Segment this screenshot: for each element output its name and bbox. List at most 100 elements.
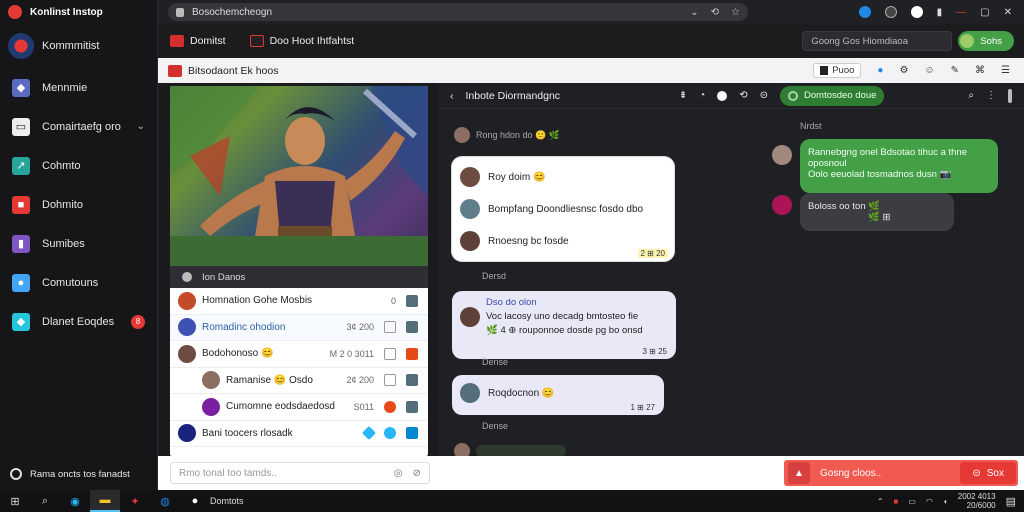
avatar [178,318,196,337]
message-bubble[interactable]: Boloss oo ton 🌿 🌿 ⊞ [800,193,954,231]
message-icon[interactable] [406,374,418,387]
reply-icon[interactable] [384,374,396,387]
message-icon[interactable] [406,294,418,307]
sidebar-item-1[interactable]: ▭ Comairtaefg oro ⌄ [0,107,157,146]
tray-up-icon[interactable]: ⌃ [877,497,884,506]
wifi-icon[interactable]: ◠ [926,497,933,506]
save-icon [820,66,829,75]
network-icon[interactable]: ⌘ [975,65,985,76]
extension-white-icon[interactable] [910,6,923,18]
system-message: Dense [482,421,508,431]
clock[interactable]: 2002 4013 20/6000 [958,492,996,510]
message-bubble[interactable]: Dso do olon Voc lacosy uno decadg bmtost… [452,291,676,359]
info-icon[interactable] [182,272,192,282]
face-icon[interactable]: ☺ [924,65,934,76]
tab-1[interactable]: Doo Hoot Ihtfahtst [238,35,367,47]
folder-icon[interactable]: ▬ [90,490,120,512]
send-button[interactable]: ⊝ Sox [960,462,1016,484]
maximize-icon[interactable]: ▢ [980,7,989,18]
alert-bar[interactable]: ▲ Gosng cloos.. ⊝ Sox [784,460,1018,486]
notifications-icon[interactable]: ▤ [1006,495,1016,508]
chart-icon: ↗ [12,156,30,175]
minimize-icon[interactable]: — [956,7,966,18]
sidebar-item-5[interactable]: ● Comutouns [0,263,157,302]
bookmark-icon[interactable]: ▮ [937,7,943,18]
list-item[interactable]: Homnation Gohe Mosbis 0 [170,288,428,315]
toolbar-chip[interactable]: Puoo [813,63,862,78]
list-item[interactable]: Bodohonoso 😊 M 2 0 3011 [170,341,428,368]
timer-icon[interactable]: ◔ [699,90,705,101]
sidebar-item-label: Dohmito [42,198,83,211]
lock-icon: ▲ [788,462,810,484]
star-icon[interactable]: ☆ [731,7,740,18]
hero-image[interactable] [170,86,428,266]
close-icon[interactable]: ✕ [1004,7,1012,18]
sync-icon[interactable]: ● [877,65,883,76]
refresh-icon[interactable]: ⟲ [711,7,719,18]
os-taskbar: ⊞ ⌕ ◉ ▬ ✦ ◍ ● Domtots ⌃ ■ ▭ ◠ ◖ 2002 401… [0,490,1024,512]
link-icon[interactable] [384,427,396,440]
back-arrow-icon[interactable]: ‹ [450,90,454,102]
sidebar-item-6[interactable]: ◆ Dlanet Eoqdes 8 [0,302,157,341]
alert-icon[interactable] [406,347,418,360]
message-bubble[interactable]: Roy doim 😊 Bompfang Doondliesnsc fosdo d… [452,157,674,261]
message-icon[interactable] [406,400,418,413]
share-icon[interactable] [406,427,418,440]
list-item-name: Bodohonoso 😊 [202,348,274,360]
browser-icon[interactable]: ◉ [60,490,90,512]
header-search-input[interactable]: Goong Gos Hiomdiaoa [802,31,953,51]
volume-icon[interactable]: ◖ [943,497,948,506]
attach-icon[interactable]: ⊘ [413,468,421,479]
dot-icon[interactable] [717,90,728,101]
app-logo-icon[interactable]: ✦ [120,490,150,512]
edit-icon[interactable]: ✎ [951,65,959,76]
tab-favicon-icon [170,35,184,47]
search-icon[interactable]: ⌕ [30,490,60,512]
alert-icon[interactable] [384,400,396,413]
reply-icon[interactable] [384,347,396,360]
message-bubble-outgoing[interactable]: Rannebgng onel Bdsotao tihuc a thne opos… [800,139,998,193]
list-item[interactable]: Romadinc ohodion 3¢ 200 [170,314,428,341]
network-icon[interactable]: ▭ [908,497,916,506]
list-item[interactable]: Cumomne eodsdaedosd S011 [170,394,428,421]
tab-0[interactable]: Domitst [158,35,238,47]
extension-dark-icon[interactable] [884,6,897,18]
tab-favicon-icon [249,35,264,47]
settings-icon[interactable]: ⚙ [899,65,908,76]
attach-icon[interactable]: ⊝ [760,90,768,101]
chevron-down-icon[interactable]: ⌄ [137,121,145,132]
refresh-icon[interactable]: ⟲ [739,90,747,101]
scrollbar-handle[interactable] [1008,88,1012,103]
brand[interactable]: Kommmitist [0,24,157,68]
globe-icon[interactable]: ◍ [150,490,180,512]
address-bar[interactable]: Bosochemcheogn ⌄ ⟲ ☆ [168,3,748,21]
chat-status-pill[interactable]: Domtosdeo doue [780,85,885,106]
system-tray: ⌃ ■ ▭ ◠ ◖ 2002 4013 20/6000 ▤ [877,492,1024,510]
sidebar-footer[interactable]: Rama oncts tos fanadst [0,464,158,484]
start-button-icon[interactable]: ⊞ [0,490,30,512]
pin-icon[interactable]: ⇟ [679,90,687,101]
extension-blue-icon[interactable] [858,6,871,18]
avatar [460,231,480,251]
emoji-icon[interactable]: ◎ [394,468,403,479]
sidebar-item-3[interactable]: ■ Dohmito [0,185,157,224]
sidebar-item-0[interactable]: ◆ Mennmie [0,68,157,107]
diamond-icon[interactable] [361,426,377,441]
dropdown-icon[interactable]: ⌄ [690,7,698,18]
sidebar-item-4[interactable]: ▮ Sumibes [0,224,157,263]
more-icon[interactable]: ⋮ [986,90,996,101]
chat-app-icon[interactable]: ● [180,490,210,512]
tray-app-icon[interactable]: ■ [894,497,899,506]
message-input[interactable]: Rmo tonal too tamds.. ◎ ⊘ [170,462,430,484]
reply-icon[interactable] [384,321,396,334]
list-item[interactable]: Bani toocers rlosadk [170,421,428,447]
list-item[interactable]: Ramanise 😊 Osdo 2¢ 200 [170,368,428,394]
menu-icon[interactable]: ☰ [1001,65,1010,76]
header-action-button[interactable]: Sohs [958,31,1014,51]
message-icon[interactable] [406,321,418,334]
message-bubble[interactable]: Roqdocnon 😊 1 ⊞ 27 [452,375,664,415]
sidebar-item-2[interactable]: ↗ Cohmto [0,146,157,185]
chat-title: Inbote Diormandgnc [465,89,561,102]
page-toolbar: Bitsodaont Ek hoos Puoo ● ⚙ ☺ ✎ ⌘ ☰ [158,58,1024,83]
search-icon[interactable]: ⌕ [968,90,974,101]
